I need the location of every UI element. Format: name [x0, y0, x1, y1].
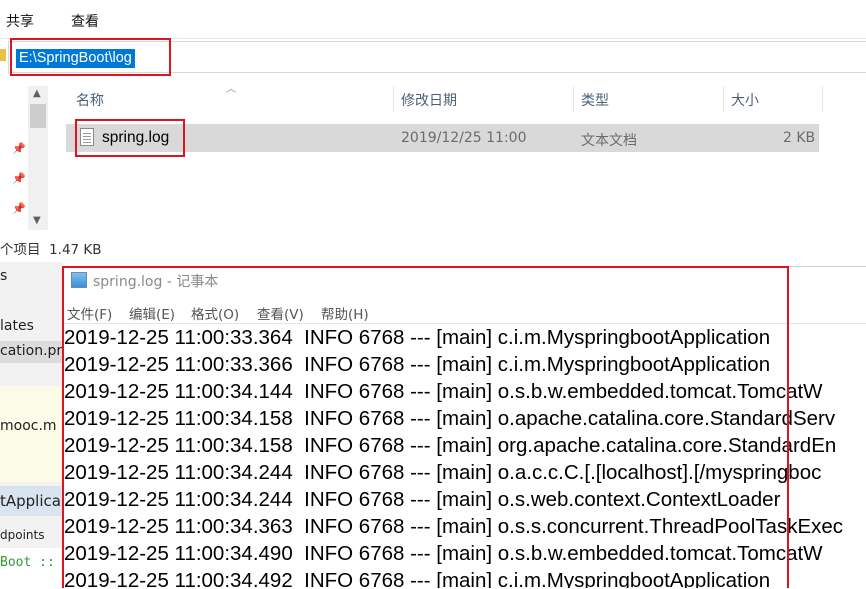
status-bar — [0, 236, 866, 262]
ribbon-tab-view[interactable]: 查看 — [71, 11, 99, 31]
column-header-name[interactable]: 名称 — [76, 90, 104, 110]
ide-run-tab-label[interactable]: tApplica — [0, 492, 61, 510]
ide-endpoints-label[interactable]: dpoints — [0, 528, 44, 542]
ide-tree-item[interactable]: s — [0, 268, 7, 284]
pin-icon[interactable]: 📌 — [12, 142, 26, 155]
ribbon-bar: 共享 查看 — [0, 0, 866, 39]
column-divider[interactable] — [822, 86, 823, 112]
ide-editor-text: mooc.m — [0, 418, 57, 434]
nav-scrollbar-thumb[interactable] — [30, 104, 46, 128]
pin-icon[interactable]: 📌 — [12, 202, 26, 215]
file-size: 2 KB — [783, 130, 816, 146]
ide-console-text: Boot :: — [0, 555, 55, 570]
scroll-up-icon[interactable]: ▲ — [33, 88, 41, 99]
highlight-box-address — [10, 38, 171, 76]
ide-tree-item[interactable]: cation.pr — [0, 343, 62, 359]
column-divider[interactable] — [723, 86, 724, 112]
ide-editor-fragment — [0, 386, 62, 482]
column-header-size[interactable]: 大小 — [731, 90, 759, 110]
ide-tree-item[interactable]: lates — [0, 318, 34, 334]
status-text: 个项目 1.47 KB — [0, 242, 102, 258]
column-divider[interactable] — [573, 86, 574, 112]
highlight-box-notepad — [62, 266, 789, 588]
highlight-box-file — [75, 119, 185, 157]
folder-icon — [0, 49, 6, 61]
column-header-type[interactable]: 类型 — [581, 90, 609, 110]
sort-ascending-icon: ︿ — [226, 84, 236, 95]
file-type: 文本文档 — [581, 133, 637, 149]
ribbon-tab-share[interactable]: 共享 — [6, 11, 34, 31]
column-header-modified[interactable]: 修改日期 — [401, 90, 457, 110]
scroll-down-icon[interactable]: ▼ — [33, 215, 41, 226]
pin-icon[interactable]: 📌 — [12, 172, 26, 185]
file-modified: 2019/12/25 11:00 — [401, 130, 527, 146]
column-divider[interactable] — [393, 86, 394, 112]
